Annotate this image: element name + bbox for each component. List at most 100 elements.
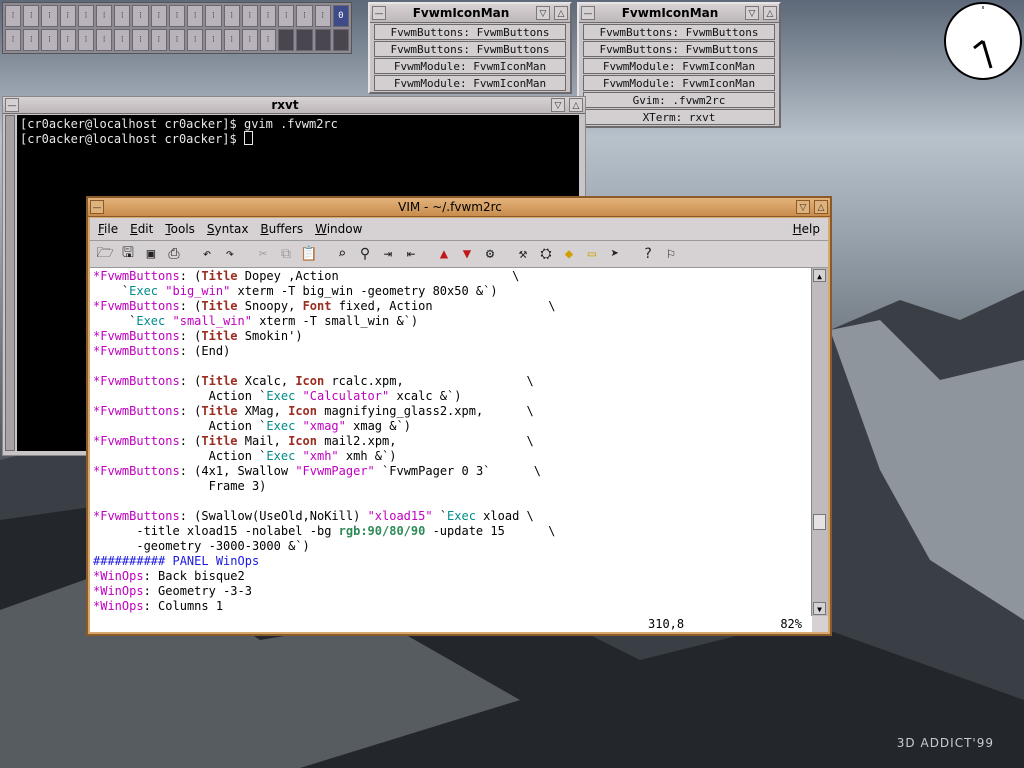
- pager-desk-cell[interactable]: ⁝: [132, 5, 149, 27]
- cut-icon[interactable]: ✂: [252, 243, 274, 265]
- help-icon[interactable]: ?: [637, 243, 659, 265]
- build-icon[interactable]: ⛭: [535, 243, 557, 265]
- pager-desk-cell[interactable]: ⁝: [259, 29, 277, 51]
- pager-desk-cell[interactable]: ⁝: [259, 5, 277, 27]
- iconman-entry[interactable]: FvwmButtons: FvwmButtons: [374, 41, 566, 57]
- pager-desk-cell[interactable]: ⁝: [223, 29, 240, 51]
- pager-desk-cell[interactable]: ⁝: [23, 29, 40, 51]
- pager-desk-cell[interactable]: ⁝: [96, 29, 113, 51]
- pager-desk-cell[interactable]: ⁝: [187, 29, 204, 51]
- iconman-entry[interactable]: FvwmModule: FvwmIconMan: [374, 75, 566, 91]
- shell-icon[interactable]: ▭: [581, 243, 603, 265]
- iconman-left-titlebar[interactable]: — FvwmIconMan ▽ △: [370, 4, 570, 23]
- menu-window[interactable]: Window: [315, 222, 362, 236]
- iconman-right-titlebar[interactable]: — FvwmIconMan ▽ △: [579, 4, 779, 23]
- pager-desk-cell[interactable]: ⁝: [59, 5, 76, 27]
- find-next-icon[interactable]: ⇥: [377, 243, 399, 265]
- undo-icon[interactable]: ↶: [196, 243, 218, 265]
- pager-desk-cell[interactable]: ⁝: [205, 29, 222, 51]
- find-help-icon[interactable]: ⚐: [660, 243, 682, 265]
- copy-icon[interactable]: ⧉: [275, 243, 297, 265]
- open-icon[interactable]: 🗁: [94, 243, 116, 265]
- pager-desk-cell[interactable]: [278, 29, 295, 51]
- maximize-button[interactable]: △: [763, 6, 777, 20]
- window-menu-button[interactable]: —: [5, 98, 19, 112]
- window-menu-button[interactable]: —: [90, 200, 104, 214]
- find-prev-icon[interactable]: ⇤: [400, 243, 422, 265]
- load-session-icon[interactable]: ▲: [433, 243, 455, 265]
- find-replace-icon[interactable]: ⚲: [354, 243, 376, 265]
- iconman-entry[interactable]: FvwmButtons: FvwmButtons: [374, 24, 566, 40]
- window-menu-button[interactable]: —: [581, 6, 595, 20]
- pager-desk-cell[interactable]: ⁝: [41, 29, 58, 51]
- pager-desk-cell[interactable]: [314, 29, 331, 51]
- minimize-button[interactable]: ▽: [796, 200, 810, 214]
- pager-desk-cell[interactable]: ⁝: [168, 29, 186, 51]
- run-script-icon[interactable]: ⚙: [479, 243, 501, 265]
- pager-desk-cell[interactable]: ⁝: [77, 29, 95, 51]
- scroll-thumb[interactable]: [813, 514, 826, 530]
- iconman-entry[interactable]: FvwmModule: FvwmIconMan: [583, 58, 775, 74]
- pager-desk-cell[interactable]: ⁝: [5, 5, 22, 27]
- menu-tools[interactable]: Tools: [165, 222, 195, 236]
- pager-desk-cell[interactable]: ⁝: [278, 5, 295, 27]
- find-icon[interactable]: ⌕: [331, 243, 353, 265]
- pager-desk-cell[interactable]: ⁝: [314, 5, 331, 27]
- pager-desk-cell[interactable]: ⁝: [150, 29, 167, 51]
- gvim-titlebar[interactable]: — VIM - ~/.fvwm2rc ▽ △: [88, 198, 830, 217]
- pager-desk-cell[interactable]: ⁝: [223, 5, 240, 27]
- iconman-entry[interactable]: FvwmModule: FvwmIconMan: [374, 58, 566, 74]
- pager-desk-cell[interactable]: ⁝: [296, 5, 313, 27]
- pager-desk-cell[interactable]: ⁝: [96, 5, 113, 27]
- scroll-down-arrow-icon[interactable]: ▼: [813, 602, 826, 615]
- pager-active-desk[interactable]: 0: [332, 5, 349, 27]
- menu-buffers[interactable]: Buffers: [260, 222, 303, 236]
- paste-icon[interactable]: 📋: [298, 243, 320, 265]
- save-icon[interactable]: 🖫: [117, 243, 139, 265]
- pager-desk-cell[interactable]: ⁝: [23, 5, 40, 27]
- scroll-up-arrow-icon[interactable]: ▲: [813, 269, 826, 282]
- menu-file[interactable]: File: [98, 222, 118, 236]
- pager-desk-cell[interactable]: ⁝: [168, 5, 186, 27]
- rxvt-scrollbar[interactable]: [5, 115, 15, 451]
- iconman-entry[interactable]: Gvim: .fvwm2rc: [583, 92, 775, 108]
- redo-icon[interactable]: ↷: [219, 243, 241, 265]
- pager-desk-cell[interactable]: ⁝: [241, 5, 258, 27]
- minimize-button[interactable]: ▽: [745, 6, 759, 20]
- iconman-entry[interactable]: FvwmButtons: FvwmButtons: [583, 41, 775, 57]
- save-all-icon[interactable]: ▣: [140, 243, 162, 265]
- minimize-button[interactable]: ▽: [536, 6, 550, 20]
- menu-syntax[interactable]: Syntax: [207, 222, 249, 236]
- pager-desk-cell[interactable]: ⁝: [205, 5, 222, 27]
- editor-text-area[interactable]: *FvwmButtons: (Title Dopey ,Action \ `Ex…: [90, 268, 812, 616]
- tags-icon[interactable]: ◆: [558, 243, 580, 265]
- rxvt-titlebar[interactable]: — rxvt ▽ △: [3, 97, 585, 114]
- pager-desk-cell[interactable]: ⁝: [132, 29, 149, 51]
- maximize-button[interactable]: △: [569, 98, 583, 112]
- pager-desk-cell[interactable]: ⁝: [41, 5, 58, 27]
- iconman-entry[interactable]: FvwmButtons: FvwmButtons: [583, 24, 775, 40]
- pager-desk-cell[interactable]: [296, 29, 313, 51]
- maximize-button[interactable]: △: [554, 6, 568, 20]
- save-session-icon[interactable]: ▼: [456, 243, 478, 265]
- iconman-entry[interactable]: FvwmModule: FvwmIconMan: [583, 75, 775, 91]
- make-icon[interactable]: ⚒: [512, 243, 534, 265]
- pager-desk-cell[interactable]: ⁝: [59, 29, 76, 51]
- pager-desk-cell[interactable]: ⁝: [5, 29, 22, 51]
- iconman-entry[interactable]: XTerm: rxvt: [583, 109, 775, 125]
- pager-desk-cell[interactable]: ⁝: [150, 5, 167, 27]
- menu-help[interactable]: Help: [793, 222, 820, 236]
- pager-desk-cell[interactable]: ⁝: [114, 29, 131, 51]
- print-icon[interactable]: ⎙: [163, 243, 185, 265]
- pager-desk-cell[interactable]: [332, 29, 349, 51]
- pager-desk-cell[interactable]: ⁝: [241, 29, 258, 51]
- pager-desk-cell[interactable]: ⁝: [114, 5, 131, 27]
- pager-desk-cell[interactable]: ⁝: [77, 5, 95, 27]
- maximize-button[interactable]: △: [814, 200, 828, 214]
- window-menu-button[interactable]: —: [372, 6, 386, 20]
- minimize-button[interactable]: ▽: [551, 98, 565, 112]
- fvwm-pager[interactable]: ⁝ ⁝ ⁝ ⁝ ⁝ ⁝ ⁝ ⁝ ⁝ ⁝ ⁝ ⁝ ⁝ ⁝ ⁝ ⁝ ⁝ ⁝ 0 ⁝ ⁝ ⁝ ⁝ ⁝ ⁝ ⁝ ⁝ ⁝ ⁝ ⁝ ⁝ ⁝ ⁝ ⁝: [2, 2, 352, 54]
- menu-edit[interactable]: Edit: [130, 222, 153, 236]
- pager-desk-cell[interactable]: ⁝: [187, 5, 204, 27]
- jump-tag-icon[interactable]: ➤: [604, 243, 626, 265]
